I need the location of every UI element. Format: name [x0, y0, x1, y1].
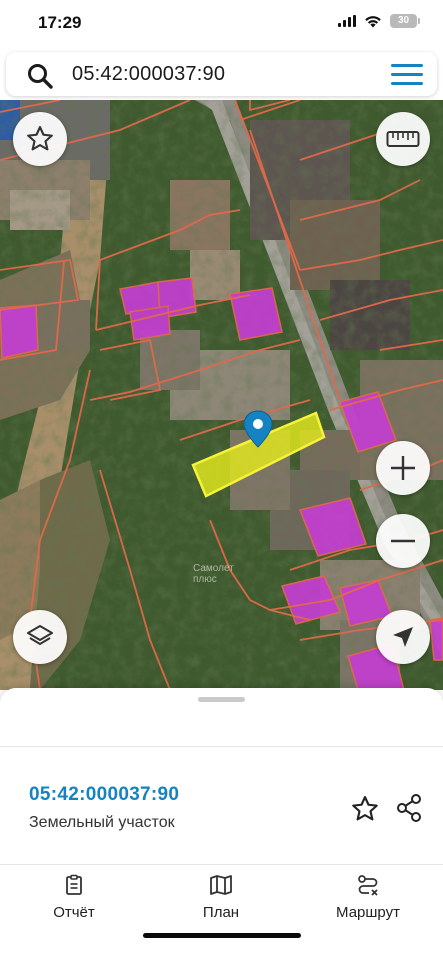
plus-icon — [391, 456, 415, 480]
status-time: 17:29 — [38, 13, 82, 32]
tab-label: Отчёт — [53, 904, 95, 921]
location-arrow-icon — [393, 627, 413, 647]
satellite-map[interactable] — [0, 100, 443, 690]
sheet-drag-handle[interactable] — [198, 697, 245, 702]
map-view[interactable]: Самолет плюс — [0, 100, 443, 690]
route-icon — [358, 875, 378, 896]
home-indicator — [143, 933, 301, 938]
divider — [0, 746, 443, 747]
search-field[interactable]: 05:42:000037:90 — [6, 52, 437, 96]
layers-button[interactable] — [13, 610, 67, 664]
hamburger-menu-icon[interactable] — [391, 64, 423, 86]
signal-icon — [338, 15, 356, 27]
tab-route[interactable]: Маршрут — [308, 874, 428, 921]
zoom-out-button[interactable] — [376, 514, 430, 568]
parcel-info-sheet: 05:42:000037:90 Земельный участок Отчёт — [0, 688, 443, 960]
ruler-icon — [386, 131, 420, 147]
star-icon[interactable] — [350, 794, 380, 824]
map-plan-icon — [210, 875, 232, 895]
zoom-in-button[interactable] — [376, 441, 430, 495]
locate-button[interactable] — [376, 610, 430, 664]
favorite-button[interactable] — [13, 112, 67, 166]
bottom-tab-bar: Отчёт План Маршрут — [0, 874, 443, 921]
parcel-type: Земельный участок — [29, 814, 175, 831]
cadastral-number[interactable]: 05:42:000037:90 — [29, 784, 179, 806]
share-icon[interactable] — [394, 792, 424, 824]
tab-plan[interactable]: План — [161, 874, 281, 921]
status-bar: 17:29 30 — [0, 0, 443, 48]
tab-label: Маршрут — [336, 904, 400, 921]
map-watermark: Самолет плюс — [193, 563, 234, 585]
ruler-button[interactable] — [376, 112, 430, 166]
tab-label: План — [202, 904, 240, 921]
tab-report[interactable]: Отчёт — [14, 874, 134, 921]
wifi-icon — [365, 15, 381, 27]
status-indicators: 30 — [338, 14, 420, 28]
layers-icon — [27, 625, 53, 645]
battery-icon: 30 — [390, 14, 420, 28]
watermark-line-2: плюс — [193, 574, 217, 585]
search-input[interactable]: 05:42:000037:90 — [72, 63, 225, 86]
report-icon — [66, 874, 82, 895]
search-icon[interactable] — [26, 62, 54, 90]
star-icon — [27, 126, 53, 151]
watermark-line-1: Самолет — [193, 563, 234, 574]
search-bar: 05:42:000037:90 — [0, 48, 443, 100]
minus-icon — [391, 539, 415, 543]
divider — [0, 864, 443, 865]
